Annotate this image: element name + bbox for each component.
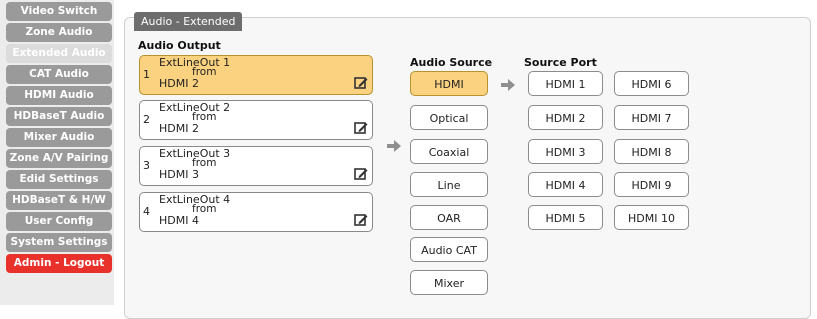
output-index: 3 <box>143 159 150 172</box>
arrow-right-icon <box>387 140 401 152</box>
source-port-hdmi6-button[interactable]: HDMI 6 <box>614 71 689 96</box>
audio-output-label: Audio Output <box>138 39 221 52</box>
output-source: HDMI 3 <box>159 168 199 181</box>
arrow-right-icon <box>501 79 515 91</box>
sidebar-item-cat-audio[interactable]: CAT Audio <box>6 65 112 84</box>
sidebar-item-video-switch[interactable]: Video Switch <box>6 2 112 21</box>
output-index: 2 <box>143 113 150 126</box>
sidebar: Video Switch Zone Audio Extended Audio C… <box>0 0 114 305</box>
output-source: HDMI 4 <box>159 214 199 227</box>
output-source: HDMI 2 <box>159 77 199 90</box>
edit-icon[interactable] <box>354 213 368 227</box>
source-port-hdmi8-button[interactable]: HDMI 8 <box>614 139 689 164</box>
edit-icon[interactable] <box>354 121 368 135</box>
sidebar-item-edid-settings[interactable]: Edid Settings <box>6 170 112 189</box>
output-source: HDMI 2 <box>159 122 199 135</box>
audio-source-audio-cat-button[interactable]: Audio CAT <box>410 237 488 262</box>
audio-output-1[interactable]: 1 ExtLineOut 1 from HDMI 2 <box>139 55 373 95</box>
source-port-hdmi10-button[interactable]: HDMI 10 <box>614 205 689 230</box>
audio-output-2[interactable]: 2 ExtLineOut 2 from HDMI 2 <box>139 100 373 140</box>
audio-output-3[interactable]: 3 ExtLineOut 3 from HDMI 3 <box>139 146 373 186</box>
audio-source-coaxial-button[interactable]: Coaxial <box>410 139 488 164</box>
audio-source-label: Audio Source <box>410 56 493 69</box>
sidebar-item-zone-audio[interactable]: Zone Audio <box>6 23 112 42</box>
sidebar-item-hdmi-audio[interactable]: HDMI Audio <box>6 86 112 105</box>
sidebar-item-system-settings[interactable]: System Settings <box>6 233 112 252</box>
source-port-hdmi1-button[interactable]: HDMI 1 <box>528 71 603 96</box>
source-port-hdmi9-button[interactable]: HDMI 9 <box>614 172 689 197</box>
source-port-hdmi7-button[interactable]: HDMI 7 <box>614 105 689 130</box>
sidebar-item-hdbaset-audio[interactable]: HDBaseT Audio <box>6 107 112 126</box>
panel-title-tab: Audio - Extended <box>134 12 243 31</box>
output-index: 4 <box>143 205 150 218</box>
source-port-hdmi4-button[interactable]: HDMI 4 <box>528 172 603 197</box>
sidebar-item-user-config[interactable]: User Config <box>6 212 112 231</box>
audio-source-oar-button[interactable]: OAR <box>410 205 488 230</box>
output-index: 1 <box>143 68 150 81</box>
source-port-hdmi2-button[interactable]: HDMI 2 <box>528 105 603 130</box>
source-port-hdmi5-button[interactable]: HDMI 5 <box>528 205 603 230</box>
audio-source-optical-button[interactable]: Optical <box>410 105 488 130</box>
sidebar-item-hdbaset-hw[interactable]: HDBaseT & H/W <box>6 191 112 210</box>
sidebar-item-zone-av-pairing[interactable]: Zone A/V Pairing <box>6 149 112 168</box>
sidebar-item-extended-audio[interactable]: Extended Audio <box>6 44 112 63</box>
sidebar-item-mixer-audio[interactable]: Mixer Audio <box>6 128 112 147</box>
audio-source-line-button[interactable]: Line <box>410 172 488 197</box>
edit-icon[interactable] <box>354 76 368 90</box>
audio-source-mixer-button[interactable]: Mixer <box>410 270 488 295</box>
audio-source-hdmi-button[interactable]: HDMI <box>410 71 488 96</box>
edit-icon[interactable] <box>354 167 368 181</box>
audio-output-4[interactable]: 4 ExtLineOut 4 from HDMI 4 <box>139 192 373 232</box>
source-port-hdmi3-button[interactable]: HDMI 3 <box>528 139 603 164</box>
source-port-label: Source Port <box>524 56 597 69</box>
sidebar-item-admin-logout[interactable]: Admin - Logout <box>6 254 112 273</box>
